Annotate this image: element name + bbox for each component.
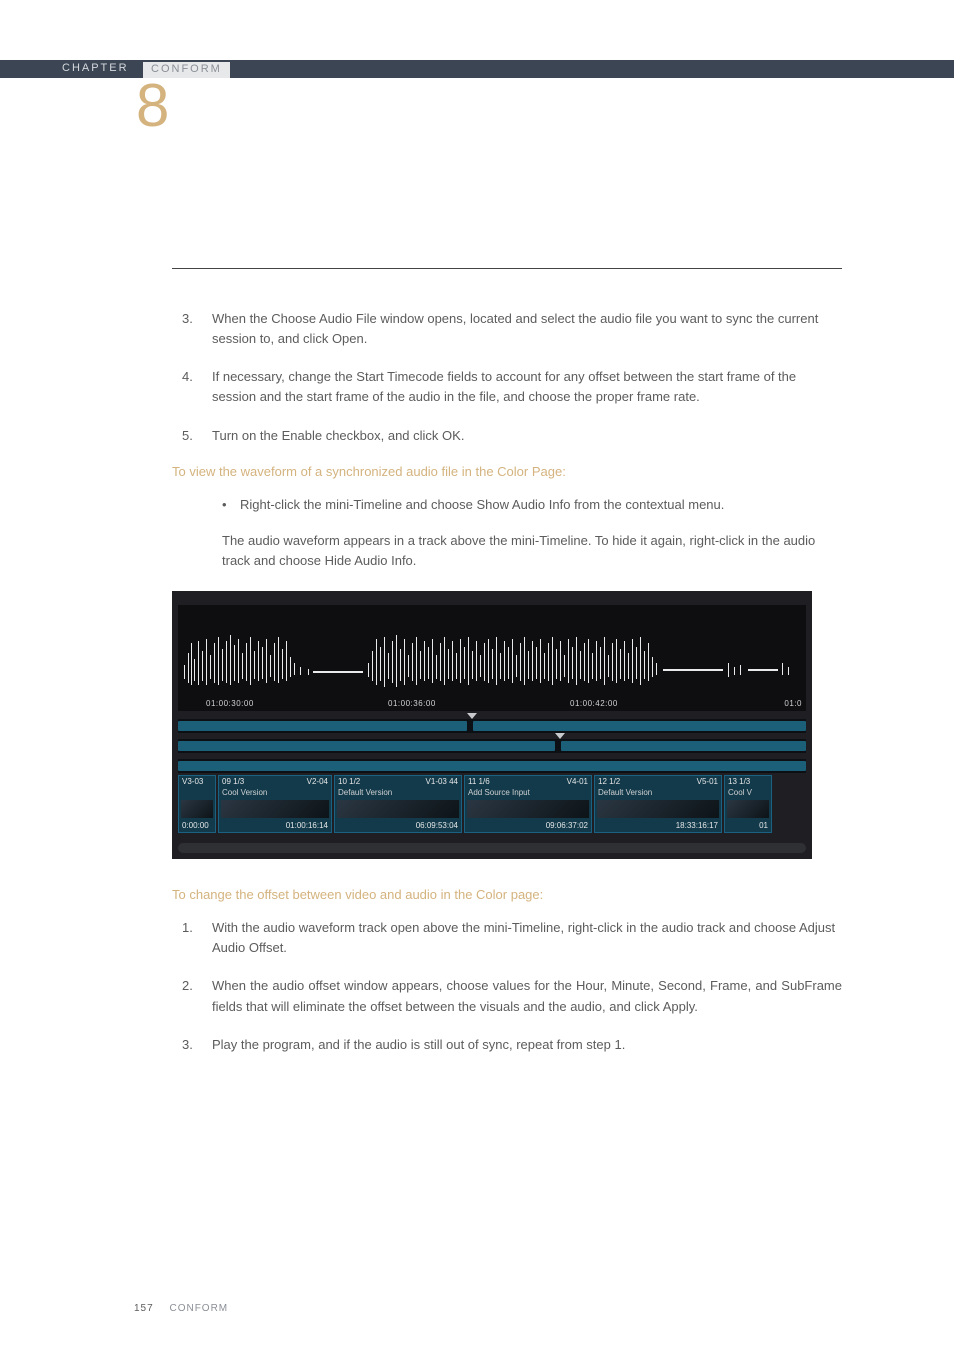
- clip-label: 13 1/3: [728, 777, 768, 786]
- step: 4.If necessary, change the Start Timecod…: [172, 367, 842, 407]
- clip: 10 1/2V1-03 44Default Version06:09:53:04: [334, 775, 462, 833]
- step-number: 2.: [172, 976, 212, 1016]
- bullet-text: Right-click the mini-Timeline and choose…: [240, 495, 724, 515]
- clips-row: V3-030:00:0009 1/3V2-04Cool Version01:00…: [178, 775, 806, 833]
- subhead-change-offset: To change the offset between video and a…: [172, 887, 842, 902]
- timecode-label: 01:00:30:00: [206, 699, 254, 708]
- clip-thumbnail: [181, 800, 213, 818]
- clip-subtitle: Default Version: [598, 788, 652, 797]
- step: 1.With the audio waveform track open abo…: [172, 918, 842, 958]
- footer-section: CONFORM: [169, 1303, 228, 1314]
- clip: 09 1/3V2-04Cool Version01:00:16:14: [218, 775, 332, 833]
- timeline-track-2: [178, 739, 806, 753]
- clip-version: V4-01: [567, 777, 588, 786]
- step-number: 3.: [172, 309, 212, 349]
- step-text: Play the program, and if the audio is st…: [212, 1035, 842, 1055]
- marker-icon: [467, 713, 477, 719]
- clip-version: V1-03 44: [426, 777, 458, 786]
- subhead-view-waveform: To view the waveform of a synchronized a…: [172, 464, 842, 479]
- divider: [172, 268, 842, 269]
- clip-timecode: 09:06:37:02: [546, 821, 588, 830]
- clip-timecode: 01: [759, 821, 768, 830]
- clip: 13 1/3 Cool V 01: [724, 775, 772, 833]
- step-number: 5.: [172, 426, 212, 446]
- step-number: 1.: [172, 918, 212, 958]
- clip-thumbnail: [337, 800, 459, 818]
- timeline-screenshot: 01:00:30:00 01:00:36:00 01:00:42:00 01:0…: [172, 591, 812, 859]
- clip: V3-03 0:00:00: [178, 775, 216, 833]
- scrollbar: [178, 843, 806, 853]
- timeline-track-1: [178, 719, 806, 733]
- timeline-track-3: [178, 759, 806, 773]
- clip-thumbnail: [467, 800, 589, 818]
- step-text: When the audio offset window appears, ch…: [212, 976, 842, 1016]
- clip-thumbnail: [221, 800, 329, 818]
- page-number: 157: [134, 1303, 154, 1314]
- timecode-label: 01:00:42:00: [570, 699, 618, 708]
- clip-timecode: 18:33:16:17: [676, 821, 718, 830]
- clip-version: V5-01: [697, 777, 718, 786]
- waveform-icon: [178, 633, 806, 693]
- chapter-number: 8: [136, 76, 169, 136]
- step-text: If necessary, change the Start Timecode …: [212, 367, 842, 407]
- chapter-label: CHAPTER: [62, 62, 129, 74]
- step-number: 4.: [172, 367, 212, 407]
- step-number: 3.: [172, 1035, 212, 1055]
- clip-subtitle: Add Source Input: [468, 788, 530, 797]
- clip-subtitle: Cool V: [728, 788, 752, 797]
- bullet-item: • Right-click the mini-Timeline and choo…: [172, 495, 842, 515]
- step: 2.When the audio offset window appears, …: [172, 976, 842, 1016]
- marker-icon: [555, 733, 565, 739]
- step: 5.Turn on the Enable checkbox, and click…: [172, 426, 842, 446]
- clip-subtitle: Cool Version: [222, 788, 267, 797]
- clip-timecode: 06:09:53:04: [416, 821, 458, 830]
- clip: 11 1/6V4-01Add Source Input09:06:37:02: [464, 775, 592, 833]
- clip-timecode: 01:00:16:14: [286, 821, 328, 830]
- bullet-dot-icon: •: [222, 495, 240, 515]
- page-content: 3.When the Choose Audio File window open…: [172, 268, 842, 1073]
- timecode-label: 01:0: [784, 699, 802, 708]
- clip: 12 1/2V5-01Default Version18:33:16:17: [594, 775, 722, 833]
- timecode-label: 01:00:36:00: [388, 699, 436, 708]
- clip-timecode: 0:00:00: [182, 821, 209, 830]
- step: 3.When the Choose Audio File window open…: [172, 309, 842, 349]
- paragraph: The audio waveform appears in a track ab…: [172, 531, 842, 571]
- clip-subtitle: Default Version: [338, 788, 392, 797]
- clip-version: V2-04: [307, 777, 328, 786]
- step: 3.Play the program, and if the audio is …: [172, 1035, 842, 1055]
- step-text: When the Choose Audio File window opens,…: [212, 309, 842, 349]
- clip-thumbnail: [597, 800, 719, 818]
- waveform-track: 01:00:30:00 01:00:36:00 01:00:42:00 01:0: [178, 605, 806, 711]
- clip-thumbnail: [727, 800, 769, 818]
- page-footer: 157 CONFORM: [134, 1303, 228, 1314]
- clip-index: V3-03: [182, 777, 212, 786]
- step-text: With the audio waveform track open above…: [212, 918, 842, 958]
- step-text: Turn on the Enable checkbox, and click O…: [212, 426, 842, 446]
